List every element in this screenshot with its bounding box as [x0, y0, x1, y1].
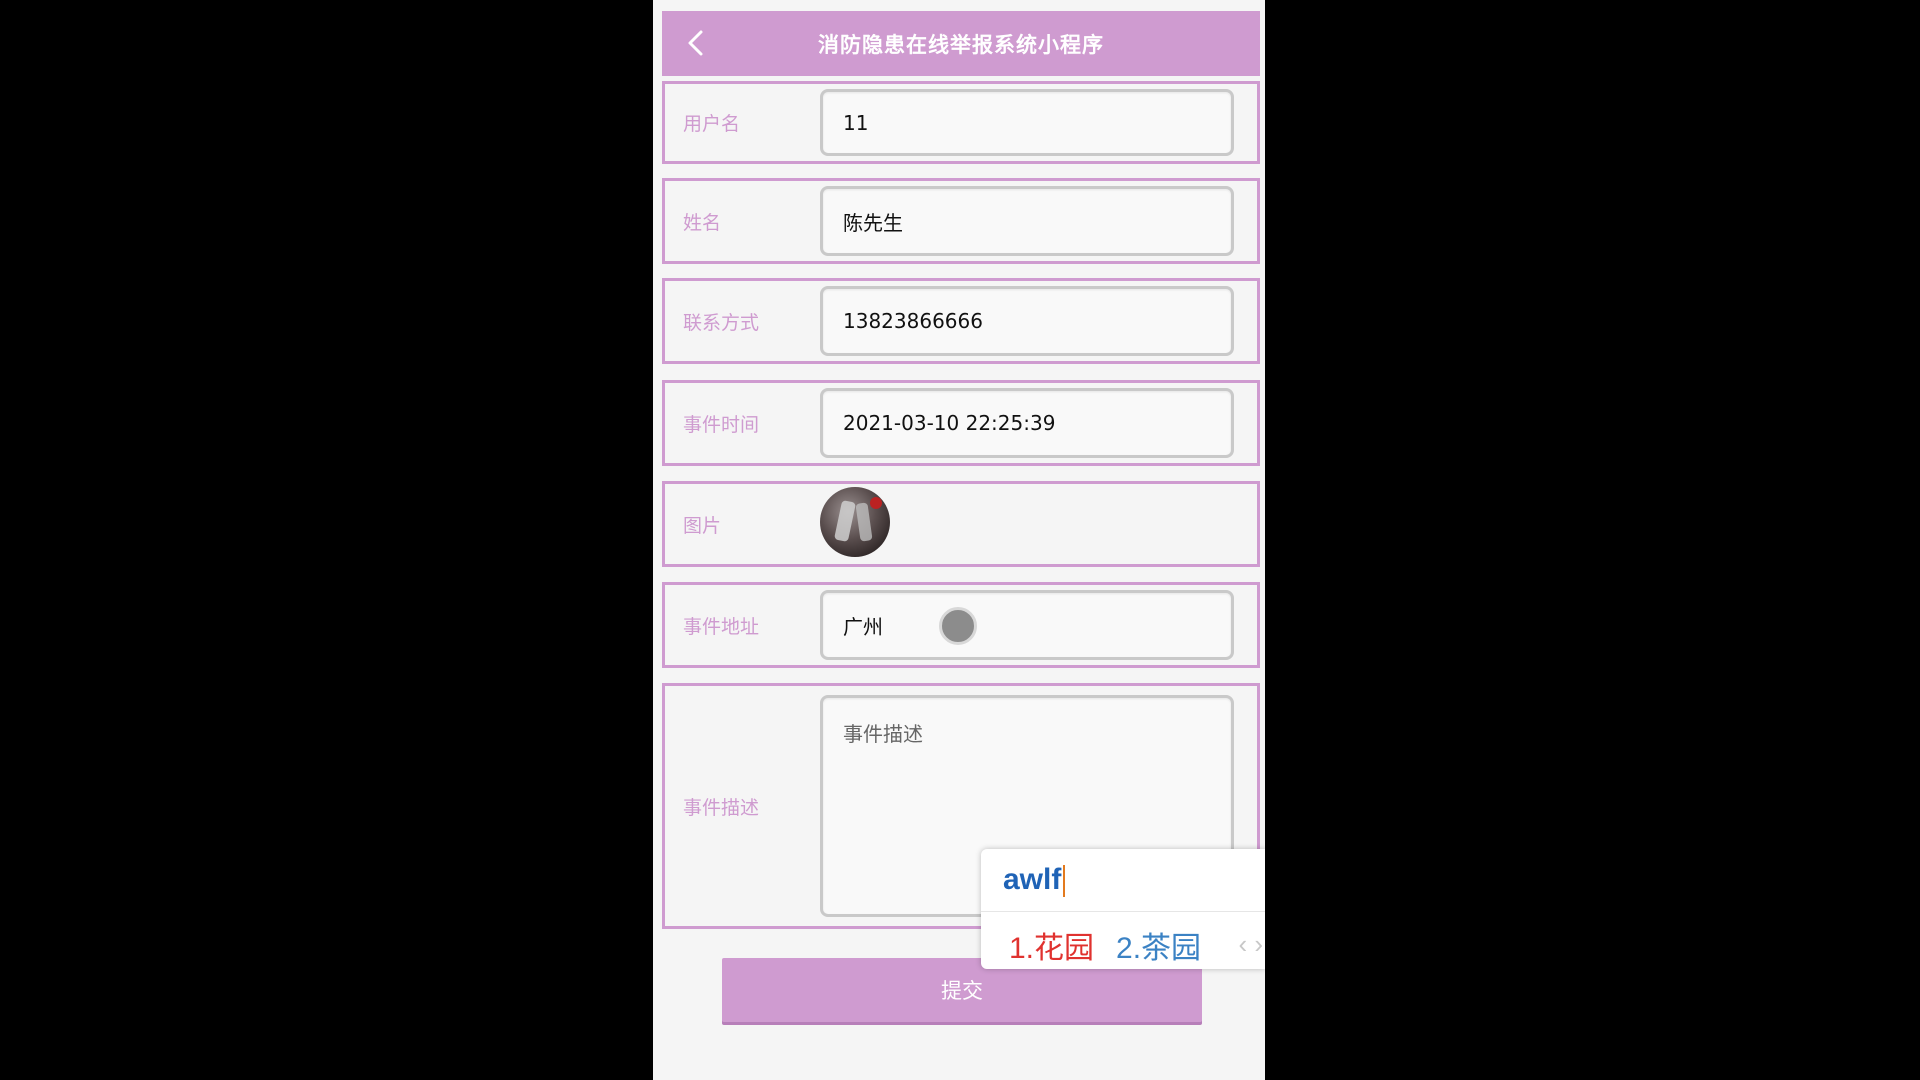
ime-composition-text: awlf — [1003, 863, 1066, 898]
name-input[interactable]: 陈先生 — [820, 186, 1234, 256]
address-value: 广州 — [843, 614, 883, 639]
username-row: 用户名 11 — [662, 81, 1260, 164]
ime-candidate-2[interactable]: 2.茶园 — [1116, 923, 1201, 967]
uploaded-image-thumbnail[interactable] — [820, 487, 890, 557]
contact-row: 联系方式 13823866666 — [662, 278, 1260, 364]
ime-candidate-1[interactable]: 1.花园 — [1009, 923, 1094, 967]
address-label: 事件地址 — [683, 615, 760, 638]
ime-divider — [981, 911, 1265, 912]
ime-candidate-window: awlf 1.花园 2.茶园 ‹ › — [981, 849, 1265, 969]
address-input[interactable]: 广州 — [820, 590, 1234, 660]
page-title: 消防隐患在线举报系统小程序 — [818, 32, 1104, 57]
event-time-input[interactable]: 2021-03-10 22:25:39 — [820, 388, 1234, 458]
image-row: 图片 — [662, 481, 1260, 567]
contact-input[interactable]: 13823866666 — [820, 286, 1234, 356]
username-input[interactable]: 11 — [820, 89, 1234, 156]
name-label: 姓名 — [683, 211, 722, 234]
ime-composition-value: awlf — [1003, 863, 1062, 896]
event-time-label: 事件时间 — [683, 413, 760, 436]
name-row: 姓名 陈先生 — [662, 178, 1260, 264]
description-label: 事件描述 — [683, 796, 760, 819]
location-dot-icon[interactable] — [939, 607, 977, 645]
image-label: 图片 — [683, 514, 722, 537]
ime-page-arrows-icon[interactable]: ‹ › — [1238, 929, 1263, 960]
event-time-row: 事件时间 2021-03-10 22:25:39 — [662, 380, 1260, 466]
address-row: 事件地址 广州 — [662, 582, 1260, 668]
top-nav-bar: 消防隐患在线举报系统小程序 — [662, 11, 1260, 76]
contact-label: 联系方式 — [683, 311, 760, 334]
ime-candidate-list: 1.花园 2.茶园 — [1009, 923, 1201, 967]
text-caret — [1063, 865, 1066, 898]
username-label: 用户名 — [683, 113, 741, 135]
